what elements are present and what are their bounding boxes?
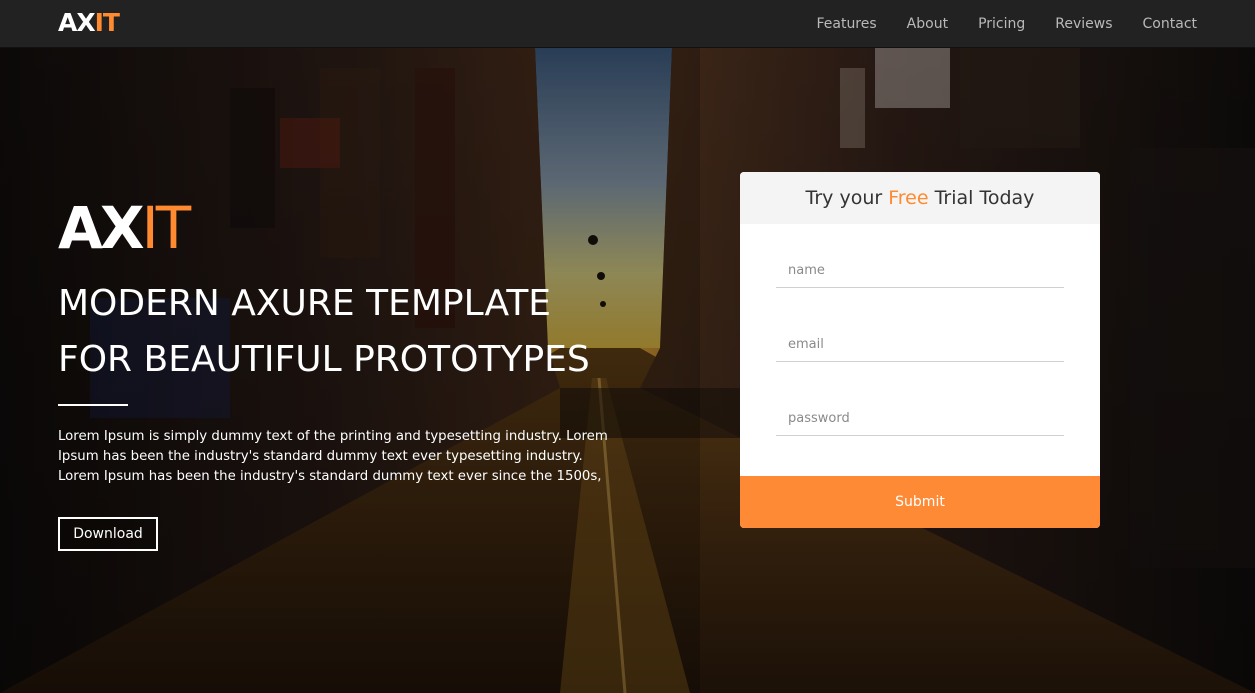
free-trial-form: Try your Free Trial Today Submit <box>740 172 1100 528</box>
hero-divider <box>58 404 128 406</box>
nav-link-features[interactable]: Features <box>816 16 876 32</box>
hero-description: Lorem Ipsum is simply dummy text of the … <box>58 429 608 484</box>
hero-headline-line-2: FOR BEAUTIFUL PROTOTYPES <box>58 339 590 380</box>
email-field[interactable] <box>776 328 1064 362</box>
trial-title-prefix: Try your <box>805 187 883 209</box>
submit-button[interactable]: Submit <box>740 476 1100 528</box>
navbar-logo-accent: IT <box>94 8 120 37</box>
password-field[interactable] <box>776 402 1064 436</box>
nav-links: Features About Pricing Reviews Contact <box>816 0 1197 48</box>
navbar-logo-main: AX <box>58 8 96 37</box>
nav-link-pricing[interactable]: Pricing <box>978 16 1025 32</box>
navbar-logo[interactable]: AXIT <box>58 8 120 37</box>
download-button[interactable]: Download <box>58 517 158 551</box>
trial-title-suffix: Trial Today <box>934 187 1035 209</box>
hero-headline: MODERN AXURE TEMPLATE FOR BEAUTIFUL PROT… <box>58 276 678 388</box>
nav-link-contact[interactable]: Contact <box>1143 16 1197 32</box>
trial-form-title: Try your Free Trial Today <box>740 172 1100 224</box>
hero-brand-main: AX <box>58 194 145 262</box>
hero-brand-accent: IT <box>141 194 192 262</box>
top-navbar: AXIT Features About Pricing Reviews Cont… <box>0 0 1255 48</box>
trial-title-accent: Free <box>888 187 929 209</box>
nav-link-about[interactable]: About <box>907 16 948 32</box>
hero-headline-line-1: MODERN AXURE TEMPLATE <box>58 283 552 324</box>
nav-link-reviews[interactable]: Reviews <box>1055 16 1112 32</box>
name-field[interactable] <box>776 254 1064 288</box>
hero-brand-logo: AXIT <box>58 194 192 262</box>
